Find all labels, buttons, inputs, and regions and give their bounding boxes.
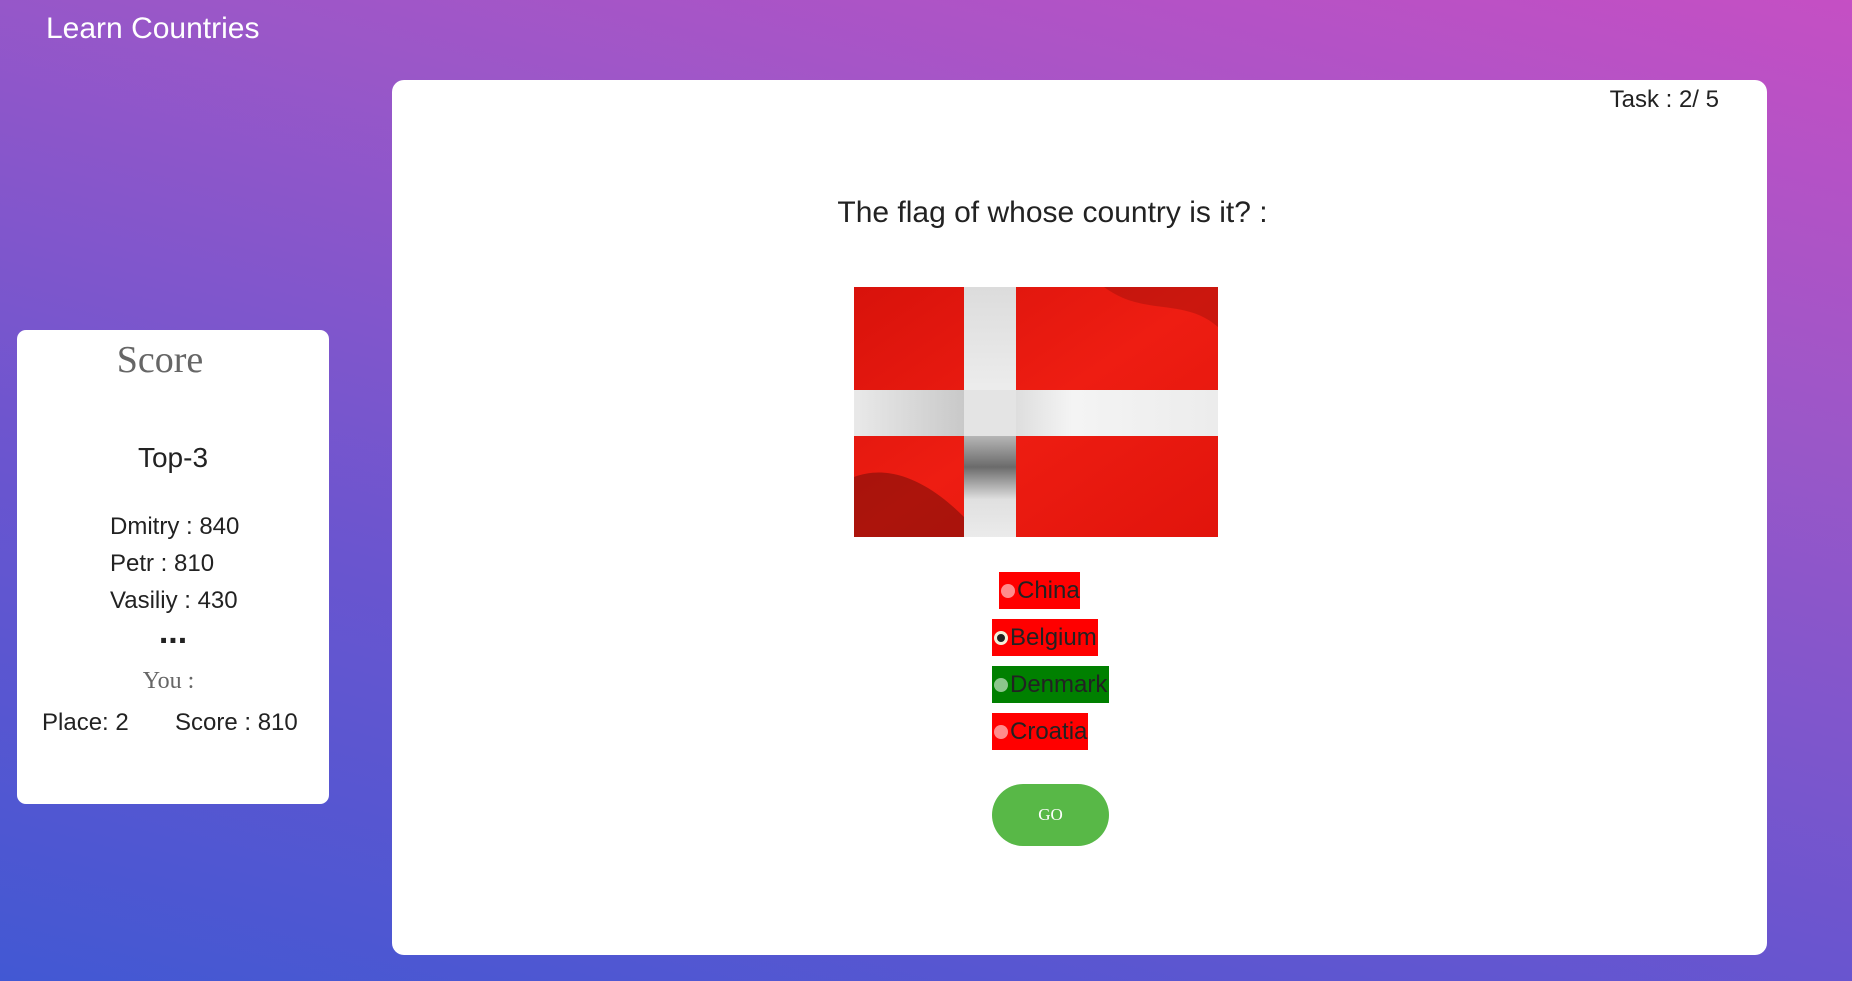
top3-heading: Top-3 xyxy=(137,442,209,473)
option-croatia[interactable]: Croatia xyxy=(992,713,1088,750)
option-denmark[interactable]: Denmark xyxy=(992,666,1109,703)
radio-button[interactable] xyxy=(1001,583,1015,598)
denmark-flag-icon xyxy=(854,287,1218,537)
flag-image xyxy=(854,287,1218,537)
leaderboard-row: Petr : 810 xyxy=(110,550,215,577)
leaderboard-ellipsis: ... xyxy=(158,613,188,651)
radio-button[interactable] xyxy=(994,677,1008,692)
you-label: You : xyxy=(142,668,195,694)
your-place: Place: 2 xyxy=(42,709,129,736)
option-label: Denmark xyxy=(1010,670,1108,698)
option-label: Croatia xyxy=(1010,717,1088,745)
option-label: Belgium xyxy=(1010,623,1097,651)
question-text: The flag of whose country is it? : xyxy=(837,196,1268,229)
go-button[interactable]: GO xyxy=(992,784,1109,846)
radio-button[interactable] xyxy=(994,724,1008,739)
quiz-card: Task : 2/ 5 The flag of whose country is… xyxy=(392,80,1767,955)
option-belgium[interactable]: Belgium xyxy=(992,619,1098,656)
app-title: Learn Countries xyxy=(46,12,260,45)
leaderboard-row: Dmitry : 840 xyxy=(110,513,240,540)
radio-button-selected[interactable] xyxy=(994,630,1008,645)
score-panel: Score Top-3 Dmitry : 840 Petr : 810 Vasi… xyxy=(17,330,329,804)
leaderboard-list: Dmitry : 840 Petr : 810 Vasiliy : 430 xyxy=(110,508,239,619)
score-title: Score xyxy=(116,339,204,381)
task-counter: Task : 2/ 5 xyxy=(1609,86,1719,113)
your-score: Score : 810 xyxy=(175,709,298,736)
option-label: China xyxy=(1017,576,1080,604)
option-china[interactable]: China xyxy=(999,572,1080,609)
